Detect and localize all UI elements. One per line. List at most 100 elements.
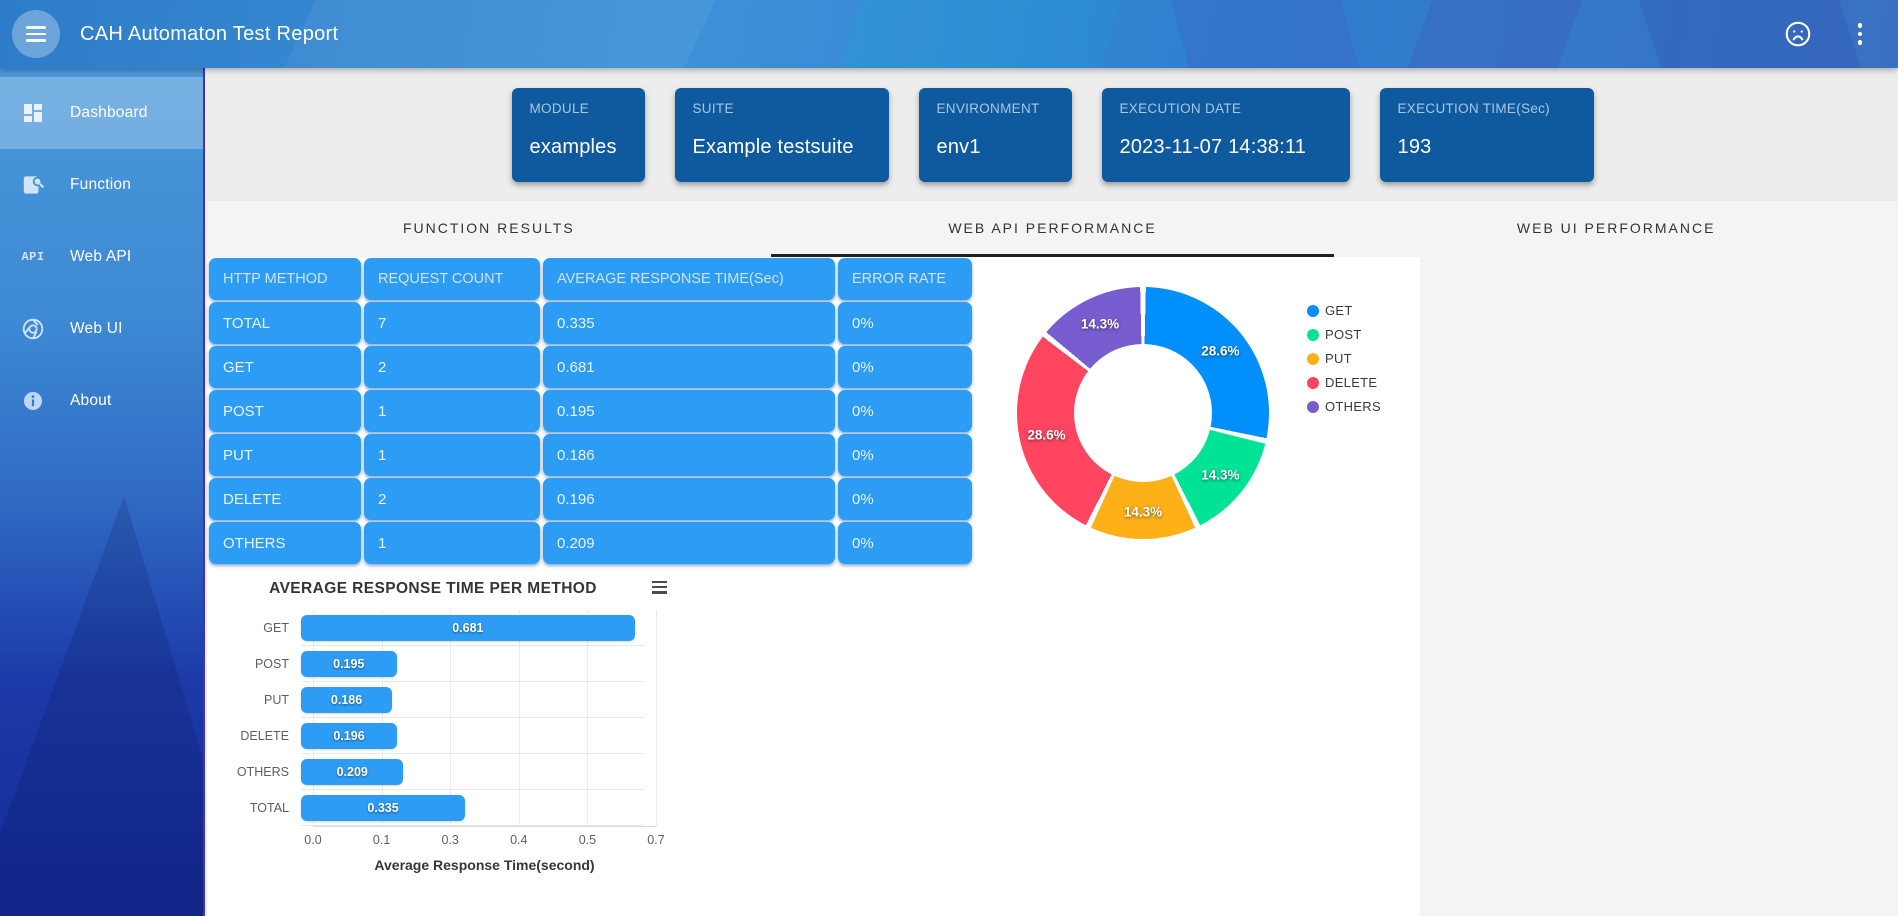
tab-web-api-performance[interactable]: WEB API PERFORMANCE: [771, 201, 1335, 257]
page: CAH Automaton Test Report: [0, 0, 1898, 916]
table-cell: OTHERS: [209, 522, 361, 564]
header-decor: [839, 0, 1121, 68]
table-cell: 0%: [838, 302, 972, 344]
table-cell: 0.195: [543, 390, 835, 432]
bar-value-label: 0.196: [333, 729, 364, 743]
header-decor: [284, 0, 716, 68]
sidebar-item-function[interactable]: Function: [0, 149, 203, 221]
table-cell: 0%: [838, 478, 972, 520]
dashboard-icon: [18, 98, 48, 128]
content-background: [1420, 257, 1898, 916]
table-cell: 2: [364, 346, 540, 388]
table-cell: 1: [364, 434, 540, 476]
chrome-icon: [18, 314, 48, 344]
legend-label: POST: [1325, 327, 1362, 342]
card-label: MODULE: [530, 101, 627, 116]
donut-slice-label: 28.6%: [1027, 428, 1065, 443]
bar-category-label: PUT: [213, 693, 301, 707]
sidebar-item-label: Web API: [70, 248, 131, 266]
app-title: CAH Automaton Test Report: [80, 23, 338, 46]
web-api-performance-panel: HTTP METHOD REQUEST COUNT AVERAGE RESPON…: [207, 257, 1420, 916]
hamburger-menu-button[interactable]: [12, 10, 60, 58]
table-cell: 0.335: [543, 302, 835, 344]
card-value: 193: [1398, 136, 1576, 159]
table-cell: 0%: [838, 346, 972, 388]
card-environment: ENVIRONMENT env1: [919, 88, 1072, 182]
avg-response-time-bar-chart: AVERAGE RESPONSE TIME PER METHOD GET 0.6…: [213, 580, 673, 873]
x-tick-label: 0.3: [441, 833, 458, 847]
donut-slice-label: 14.3%: [1124, 505, 1162, 520]
table-cell: 1: [364, 522, 540, 564]
column-header: AVERAGE RESPONSE TIME(Sec): [543, 258, 835, 300]
bar: 0.681: [301, 615, 635, 641]
card-module: MODULE examples: [512, 88, 645, 182]
legend-label: DELETE: [1325, 375, 1377, 390]
bar-row: GET 0.681: [213, 610, 673, 646]
x-tick-label: 0.0: [304, 833, 321, 847]
bar-category-label: GET: [213, 621, 301, 635]
donut-slice-label: 28.6%: [1201, 344, 1239, 359]
table-cell: 2: [364, 478, 540, 520]
table-cell: 0.209: [543, 522, 835, 564]
bar-value-label: 0.186: [331, 693, 362, 707]
legend-label: PUT: [1325, 351, 1352, 366]
legend-dot: [1307, 401, 1319, 413]
legend-item-put[interactable]: PUT: [1307, 351, 1381, 366]
kebab-menu-icon[interactable]: [1842, 16, 1878, 52]
chart-menu-icon[interactable]: [652, 581, 667, 594]
table-cell: 0.186: [543, 434, 835, 476]
card-value: Example testsuite: [693, 136, 871, 159]
legend-dot: [1307, 329, 1319, 341]
bar-value-label: 0.335: [367, 801, 398, 815]
tab-function-results[interactable]: FUNCTION RESULTS: [207, 201, 771, 257]
bar-chart-plot: GET 0.681 POST 0.195 PUT 0.186 DELETE 0.…: [213, 610, 673, 826]
http-method-table: HTTP METHOD REQUEST COUNT AVERAGE RESPON…: [209, 258, 972, 564]
api-icon: API: [18, 242, 48, 272]
legend-dot: [1307, 377, 1319, 389]
table-cell: 0%: [838, 390, 972, 432]
card-value: 2023-11-07 14:38:11: [1120, 136, 1332, 159]
bar: 0.186: [301, 687, 392, 713]
bar-value-label: 0.195: [333, 657, 364, 671]
legend-label: GET: [1325, 303, 1353, 318]
x-tick-label: 0.4: [510, 833, 527, 847]
table-cell: GET: [209, 346, 361, 388]
legend-dot: [1307, 353, 1319, 365]
legend-item-delete[interactable]: DELETE: [1307, 375, 1381, 390]
bar: 0.209: [301, 759, 403, 785]
sidebar-item-label: Dashboard: [70, 104, 148, 122]
card-execution-date: EXECUTION DATE 2023-11-07 14:38:11: [1102, 88, 1350, 182]
tab-web-ui-performance[interactable]: WEB UI PERFORMANCE: [1334, 201, 1898, 257]
column-header: ERROR RATE: [838, 258, 972, 300]
sidebar-item-dashboard[interactable]: Dashboard: [0, 77, 203, 149]
bar-category-label: TOTAL: [213, 801, 301, 815]
card-value: examples: [530, 136, 627, 159]
donut-slice-label: 14.3%: [1201, 467, 1239, 482]
sidebar-decor: [0, 496, 205, 916]
request-distribution-donut-chart: 28.6% 14.3% 14.3% 28.6% 14.3%: [1017, 287, 1269, 539]
sidebar-item-web-ui[interactable]: Web UI: [0, 293, 203, 365]
card-value: env1: [937, 136, 1054, 159]
file-search-icon: [18, 170, 48, 200]
legend-item-post[interactable]: POST: [1307, 327, 1381, 342]
header-decor: [1171, 0, 1359, 68]
table-cell: 0%: [838, 522, 972, 564]
sidebar-item-web-api[interactable]: API Web API: [0, 221, 203, 293]
summary-cards: MODULE examples SUITE Example testsuite …: [207, 88, 1898, 182]
card-label: SUITE: [693, 101, 871, 116]
table-cell: DELETE: [209, 478, 361, 520]
sidebar-item-about[interactable]: About: [0, 365, 203, 437]
legend-item-others[interactable]: OTHERS: [1307, 399, 1381, 414]
bar-row: TOTAL 0.335: [213, 790, 673, 826]
donut-slice-label: 14.3%: [1081, 316, 1119, 331]
info-icon: [18, 386, 48, 416]
legend-item-get[interactable]: GET: [1307, 303, 1381, 318]
frown-face-icon[interactable]: [1780, 16, 1816, 52]
table-cell: POST: [209, 390, 361, 432]
legend-dot: [1307, 305, 1319, 317]
table-cell: 1: [364, 390, 540, 432]
bar-category-label: DELETE: [213, 729, 301, 743]
table-cell: 0.681: [543, 346, 835, 388]
x-axis-ticks: 0.0 0.1 0.3 0.4 0.5 0.7: [313, 827, 656, 847]
bar-chart-title: AVERAGE RESPONSE TIME PER METHOD: [213, 580, 673, 598]
